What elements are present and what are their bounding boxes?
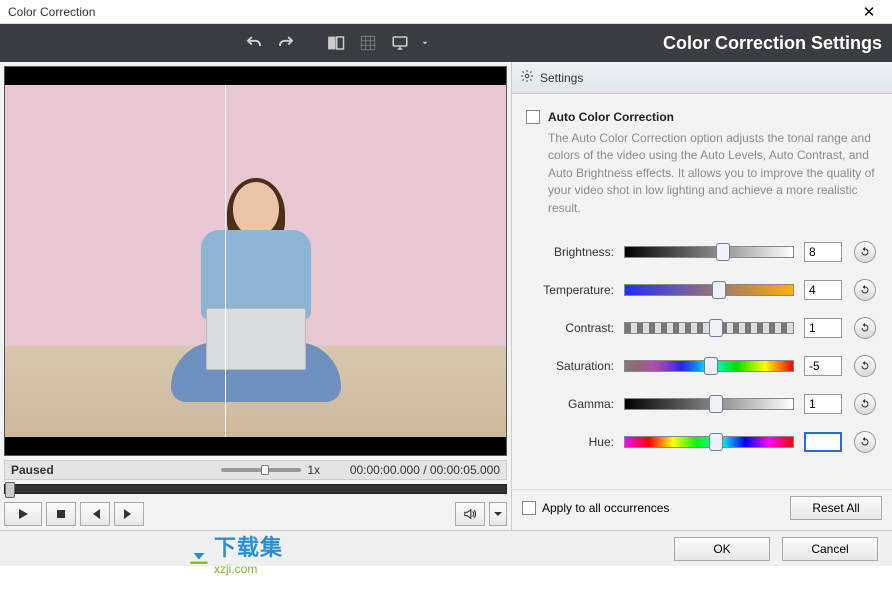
ok-button[interactable]: OK (674, 537, 770, 561)
gear-icon (520, 69, 534, 86)
gamma-slider[interactable] (624, 398, 794, 410)
brightness-slider[interactable] (624, 246, 794, 258)
preview-panel: Paused 1x 00:00:00.000 / 00:00:05.000 (0, 62, 511, 530)
speed-value: 1x (307, 463, 320, 477)
gamma-label: Gamma: (526, 397, 614, 411)
temperature-label: Temperature: (526, 283, 614, 297)
gamma-reset-button[interactable] (854, 393, 876, 415)
close-icon[interactable]: ✕ (854, 3, 884, 21)
next-frame-button[interactable] (114, 502, 144, 526)
prev-frame-button[interactable] (80, 502, 110, 526)
hue-value[interactable] (804, 432, 842, 452)
saturation-reset-button[interactable] (854, 355, 876, 377)
temperature-reset-button[interactable] (854, 279, 876, 301)
saturation-slider[interactable] (624, 360, 794, 372)
playback-controls (4, 502, 507, 526)
dialog-footer: OK Cancel (0, 530, 892, 566)
contrast-label: Contrast: (526, 321, 614, 335)
grid-button[interactable] (356, 31, 380, 55)
stop-button[interactable] (46, 502, 76, 526)
apply-all-label: Apply to all occurrences (542, 501, 669, 515)
titlebar: Color Correction ✕ (0, 0, 892, 24)
undo-button[interactable] (242, 31, 266, 55)
display-dropdown-button[interactable] (388, 31, 412, 55)
time-total: 00:00:05.000 (430, 463, 500, 477)
toolbar-heading: Color Correction Settings (663, 33, 882, 54)
hue-slider[interactable] (624, 436, 794, 448)
apply-all-checkbox[interactable] (522, 501, 536, 515)
time-current: 00:00:00.000 (350, 463, 420, 477)
volume-button[interactable] (455, 502, 485, 526)
redo-button[interactable] (274, 31, 298, 55)
main-toolbar: Color Correction Settings (0, 24, 892, 62)
auto-color-correction-description: The Auto Color Correction option adjusts… (548, 130, 878, 217)
settings-panel: Settings Auto Color Correction The Auto … (511, 62, 892, 530)
preview-statusbar: Paused 1x 00:00:00.000 / 00:00:05.000 (4, 460, 507, 480)
saturation-value[interactable] (804, 356, 842, 376)
window-title: Color Correction (8, 5, 854, 19)
auto-color-correction-checkbox[interactable] (526, 110, 540, 124)
hue-reset-button[interactable] (854, 431, 876, 453)
speed-slider[interactable] (221, 468, 301, 472)
brightness-reset-button[interactable] (854, 241, 876, 263)
brightness-label: Brightness: (526, 245, 614, 259)
reset-all-button[interactable]: Reset All (790, 496, 882, 520)
brightness-value[interactable] (804, 242, 842, 262)
split-view-button[interactable] (324, 31, 348, 55)
gamma-value[interactable] (804, 394, 842, 414)
contrast-slider[interactable] (624, 322, 794, 334)
video-preview[interactable] (4, 66, 507, 456)
cancel-button[interactable]: Cancel (782, 537, 878, 561)
chevron-down-icon[interactable] (420, 31, 430, 55)
temperature-value[interactable] (804, 280, 842, 300)
play-button[interactable] (4, 502, 42, 526)
volume-dropdown-button[interactable] (489, 502, 507, 526)
hue-label: Hue: (526, 435, 614, 449)
settings-header-label: Settings (540, 71, 583, 85)
settings-header: Settings (512, 62, 892, 94)
saturation-label: Saturation: (526, 359, 614, 373)
temperature-slider[interactable] (624, 284, 794, 296)
auto-color-correction-label: Auto Color Correction (548, 110, 674, 124)
contrast-reset-button[interactable] (854, 317, 876, 339)
seek-bar[interactable] (4, 484, 507, 494)
contrast-value[interactable] (804, 318, 842, 338)
playback-status: Paused (11, 463, 91, 477)
